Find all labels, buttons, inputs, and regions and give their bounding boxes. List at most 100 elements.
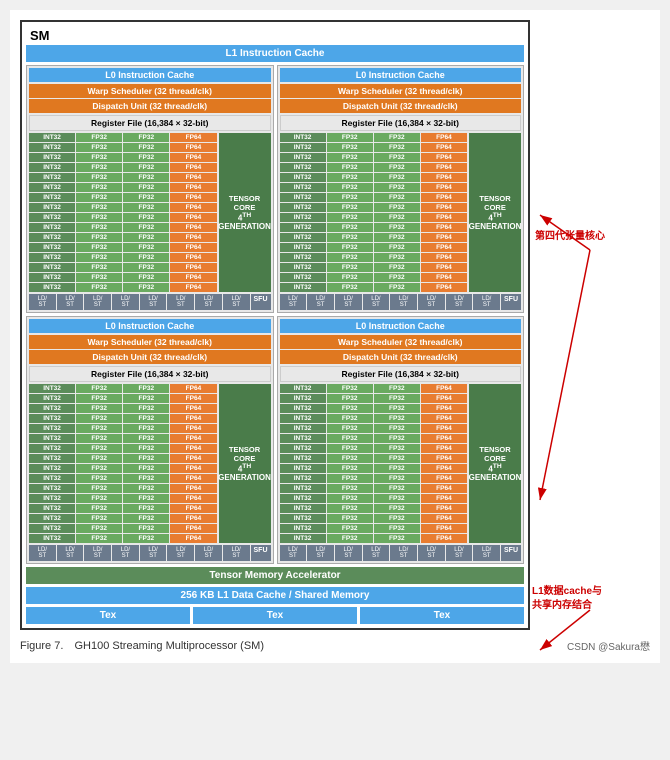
compute-cell: FP64 [421,504,467,513]
compute-cell: FP32 [76,273,122,282]
compute-cell: FP32 [123,414,169,423]
compute-cell: FP32 [327,203,373,212]
compute-cell: FP32 [123,233,169,242]
q4-ldst-5: LD/ST [390,545,417,561]
annotation-arrows-svg [530,20,650,720]
compute-cell: FP32 [374,494,420,503]
compute-cell: FP32 [327,273,373,282]
compute-cell: FP32 [374,183,420,192]
compute-cell: INT32 [280,183,326,192]
q3-tensor-core-label: TENSOR CORE 4TH GENERATION [219,384,271,543]
compute-cell: FP32 [327,394,373,403]
compute-cell: FP64 [421,534,467,543]
compute-cell: FP32 [327,243,373,252]
compute-cell: FP32 [123,283,169,292]
q2-ldst-5: LD/ST [390,294,417,310]
tex-row: Tex Tex Tex [26,607,524,624]
compute-cell: FP32 [123,183,169,192]
compute-cell: FP32 [374,414,420,423]
tex-cell-3: Tex [360,607,524,624]
q2-tensor-core-label: TENSOR CORE 4TH GENERATION [469,133,521,292]
figure-caption-main: GH100 Streaming Multiprocessor (SM) [74,640,264,652]
compute-cell: FP32 [374,484,420,493]
compute-cell: FP32 [123,394,169,403]
compute-cell: INT32 [280,464,326,473]
compute-cell: FP64 [421,444,467,453]
compute-cell: FP64 [170,394,216,403]
compute-cell: INT32 [280,394,326,403]
compute-cell: FP64 [170,414,216,423]
annotation-area: 第四代张量核心 L1数据cache与共享内存结合 [530,20,650,630]
compute-cell: INT32 [29,534,75,543]
compute-cell: FP32 [327,434,373,443]
compute-cell: FP32 [123,213,169,222]
compute-cell: INT32 [29,414,75,423]
compute-cell: FP64 [170,273,216,282]
compute-cell: FP32 [76,484,122,493]
compute-cell: FP32 [374,233,420,242]
figure-caption-text: Figure 7. GH100 Streaming Multiprocessor… [20,640,264,652]
compute-cell: INT32 [29,454,75,463]
compute-cell: FP32 [76,153,122,162]
compute-cell: FP32 [374,404,420,413]
compute-cell: INT32 [29,253,75,262]
compute-cell: FP32 [327,223,373,232]
compute-cell: FP32 [374,223,420,232]
compute-cell: INT32 [29,183,75,192]
compute-cell: FP32 [76,524,122,533]
compute-cell: FP32 [76,444,122,453]
q3-ldst-1: LD/ST [29,545,56,561]
compute-cell: FP32 [327,163,373,172]
compute-cell: FP64 [421,213,467,222]
compute-cell: INT32 [280,404,326,413]
compute-cell: FP32 [327,484,373,493]
compute-cell: INT32 [280,273,326,282]
q1-warp-scheduler: Warp Scheduler (32 thread/clk) [29,84,271,98]
compute-cell: FP32 [123,223,169,232]
compute-cell: INT32 [29,434,75,443]
compute-cell: FP32 [374,504,420,513]
compute-cell: FP32 [123,524,169,533]
compute-cell: FP32 [76,243,122,252]
compute-cell: INT32 [280,434,326,443]
compute-cell: FP64 [421,424,467,433]
compute-cell: FP32 [374,384,420,393]
compute-cell: INT32 [29,464,75,473]
q4-ldst-2: LD/ST [307,545,334,561]
compute-cell: FP32 [76,213,122,222]
compute-cell: INT32 [29,484,75,493]
compute-cell: INT32 [280,534,326,543]
compute-cell: FP32 [76,283,122,292]
compute-cell: FP32 [327,454,373,463]
q2-ldst-6: LD/ST [418,294,445,310]
q3-tensor-core-gen: 4TH GENERATION [218,463,271,483]
compute-cell: FP64 [170,524,216,533]
compute-cell: FP64 [421,223,467,232]
compute-cell: INT32 [280,444,326,453]
quadrant-top-right: L0 Instruction Cache Warp Scheduler (32 … [277,65,525,313]
compute-cell: FP32 [374,524,420,533]
compute-cell: FP32 [76,253,122,262]
compute-cell: INT32 [280,143,326,152]
compute-cell: FP32 [374,133,420,142]
compute-cell: FP32 [374,203,420,212]
compute-cell: FP32 [123,193,169,202]
q4-warp-scheduler: Warp Scheduler (32 thread/clk) [280,335,522,349]
compute-cell: FP64 [421,464,467,473]
compute-cell: FP32 [123,494,169,503]
compute-cell: INT32 [280,474,326,483]
q4-ldst-1: LD/ST [280,545,307,561]
q4-tensor-core-title: TENSOR CORE [472,445,518,463]
q2-compute-grid: INT32FP32FP32FP64 INT32FP32FP32FP64 INT3… [280,133,468,292]
compute-cell: FP32 [374,143,420,152]
sm-diagram: SM L1 Instruction Cache L0 Instruction C… [20,20,530,630]
q4-ldst-8: LD/ST [473,545,500,561]
compute-cell: FP32 [327,524,373,533]
compute-cell: INT32 [280,163,326,172]
compute-cell: FP32 [374,424,420,433]
compute-cell: FP32 [327,253,373,262]
diagram-area: SM L1 Instruction Cache L0 Instruction C… [20,20,530,630]
compute-cell: FP32 [327,494,373,503]
compute-cell: FP32 [327,213,373,222]
compute-cell: FP32 [123,474,169,483]
